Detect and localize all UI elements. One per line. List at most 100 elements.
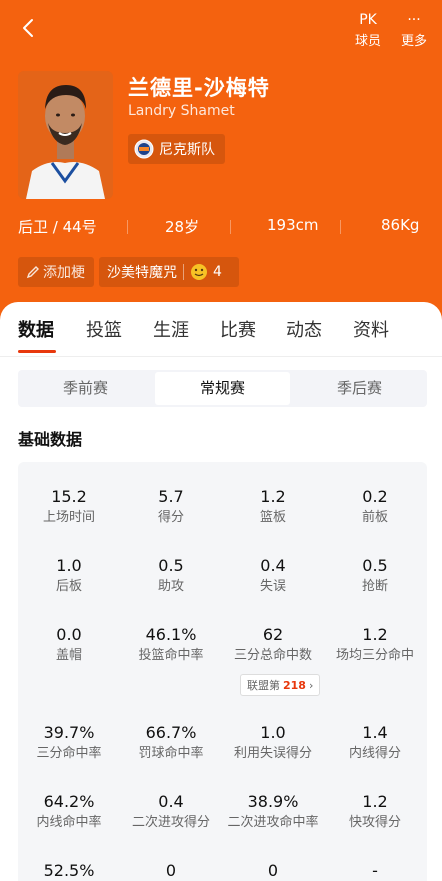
- segment-preseason[interactable]: 季前赛: [18, 370, 153, 407]
- stat-value: -: [372, 861, 378, 880]
- stat-item: 38.9% 二次进攻命中率: [222, 791, 324, 832]
- stats-card: 15.2 上场时间 5.7 得分 1.2 篮板 0.2 前板 1.0 后板 0.…: [18, 462, 427, 881]
- divider: [183, 264, 184, 280]
- add-meme-button[interactable]: 添加梗: [18, 257, 94, 287]
- stat-value: 1.2: [362, 625, 388, 644]
- stat-item: 46.1% 投篮命中率: [120, 624, 222, 665]
- stat-value: 15.2: [51, 487, 87, 506]
- stat-item: 0.0 盖帽: [18, 624, 120, 665]
- divider: [127, 220, 128, 234]
- season-type-selector: 季前赛 常规赛 季后赛: [18, 370, 427, 407]
- chevron-right-icon: ›: [308, 678, 314, 692]
- segment-playoffs[interactable]: 季后赛: [292, 370, 427, 407]
- meme-tag-label: 沙美特魔咒: [107, 265, 177, 281]
- add-meme-label: 添加梗: [43, 265, 85, 281]
- stat-item: 0: [120, 860, 222, 881]
- meme-tag-count: 4: [213, 264, 222, 280]
- stat-item: 0: [222, 860, 324, 881]
- stat-value: 64.2%: [43, 792, 95, 811]
- team-badge[interactable]: 尼克斯队: [128, 134, 225, 164]
- stat-label: 内线命中率: [36, 815, 102, 830]
- player-age: 28岁: [165, 218, 200, 236]
- stat-item: -: [324, 860, 426, 881]
- stat-item: 0.2 前板: [324, 486, 426, 527]
- stat-value: 0: [267, 861, 279, 880]
- stat-label: 得分: [157, 510, 184, 525]
- pk-label: 球员: [354, 34, 381, 49]
- stat-value: 0: [165, 861, 177, 880]
- stat-item: 1.2 篮板: [222, 486, 324, 527]
- player-weight: 86Kg: [381, 216, 420, 234]
- segment-regular-season[interactable]: 常规赛: [155, 372, 290, 405]
- stat-value: 66.7%: [145, 723, 197, 742]
- divider: [0, 356, 442, 357]
- stat-item: 1.2 场均三分命中: [324, 624, 426, 665]
- stat-label: 场均三分命中: [335, 648, 414, 663]
- player-avatar: [18, 71, 113, 199]
- emoji-icon: [191, 264, 207, 280]
- stat-label: 利用失误得分: [233, 746, 312, 761]
- stat-item: 0.5 助攻: [120, 555, 222, 596]
- pk-button[interactable]: PK 球员: [353, 10, 383, 49]
- stat-value: 0.5: [158, 556, 184, 575]
- stat-label: 投篮命中率: [138, 648, 204, 663]
- stat-item: 1.2 快攻得分: [324, 791, 426, 832]
- stat-label: 快攻得分: [348, 815, 401, 830]
- knicks-logo-icon: [134, 139, 154, 159]
- stat-item: 39.7% 三分命中率: [18, 722, 120, 763]
- stat-label: 前板: [361, 510, 388, 525]
- stat-label: 二次进攻得分: [131, 815, 210, 830]
- stat-label: 助攻: [157, 579, 184, 594]
- more-button[interactable]: ··· 更多: [398, 10, 430, 49]
- stat-label: 罚球命中率: [138, 746, 204, 761]
- more-icon: ···: [407, 12, 421, 28]
- player-height: 193cm: [267, 216, 319, 234]
- stat-value: 0.4: [260, 556, 286, 575]
- stat-value: 1.2: [260, 487, 286, 506]
- stat-label: 上场时间: [42, 510, 95, 525]
- stat-label: 三分命中率: [36, 746, 102, 761]
- pencil-icon: [26, 266, 39, 279]
- stat-value: 46.1%: [145, 625, 197, 644]
- tab-news[interactable]: 动态: [286, 316, 322, 342]
- stat-value: 0.0: [56, 625, 82, 644]
- stat-value: 0.2: [362, 487, 388, 506]
- stat-value: 1.2: [362, 792, 388, 811]
- pk-icon: PK: [359, 12, 377, 28]
- stat-value: 0.4: [158, 792, 184, 811]
- team-name: 尼克斯队: [159, 142, 215, 158]
- stat-value: 1.4: [362, 723, 388, 742]
- more-label: 更多: [400, 34, 427, 49]
- section-title: 基础数据: [18, 430, 83, 449]
- tab-shooting[interactable]: 投篮: [86, 316, 122, 342]
- stat-value: 5.7: [158, 487, 184, 506]
- stat-label: 盖帽: [55, 648, 82, 663]
- stat-item: 64.2% 内线命中率: [18, 791, 120, 832]
- stat-label: 后板: [55, 579, 82, 594]
- rank-prefix: 联盟第: [247, 679, 280, 692]
- player-name-cn: 兰德里-沙梅特: [128, 76, 270, 100]
- tab-games[interactable]: 比赛: [220, 316, 256, 342]
- stat-item: 66.7% 罚球命中率: [120, 722, 222, 763]
- back-icon[interactable]: [18, 16, 40, 40]
- stat-item: 1.4 内线得分: [324, 722, 426, 763]
- stat-item: 62 三分总命中数: [222, 624, 324, 665]
- tab-career[interactable]: 生涯: [153, 316, 189, 342]
- player-name-en: Landry Shamet: [128, 103, 235, 119]
- stat-value: 39.7%: [43, 723, 95, 742]
- stat-label: 内线得分: [348, 746, 401, 761]
- meme-tag[interactable]: 沙美特魔咒 4: [99, 257, 239, 287]
- stat-value: 1.0: [56, 556, 82, 575]
- stat-value: 1.0: [260, 723, 286, 742]
- tab-data[interactable]: 数据: [18, 316, 54, 342]
- tab-profile[interactable]: 资料: [353, 316, 389, 342]
- stat-item: 0.5 抢断: [324, 555, 426, 596]
- stat-value: 38.9%: [247, 792, 299, 811]
- league-rank-badge[interactable]: 联盟第 218 ›: [240, 674, 321, 696]
- stat-item: 0.4 失误: [222, 555, 324, 596]
- divider: [340, 220, 341, 234]
- stat-item: 1.0 后板: [18, 555, 120, 596]
- content-panel: 数据 投篮 生涯 比赛 动态 资料 季前赛 常规赛 季后赛 基础数据 15.2 …: [0, 302, 442, 881]
- stat-label: 三分总命中数: [233, 648, 312, 663]
- divider: [230, 220, 231, 234]
